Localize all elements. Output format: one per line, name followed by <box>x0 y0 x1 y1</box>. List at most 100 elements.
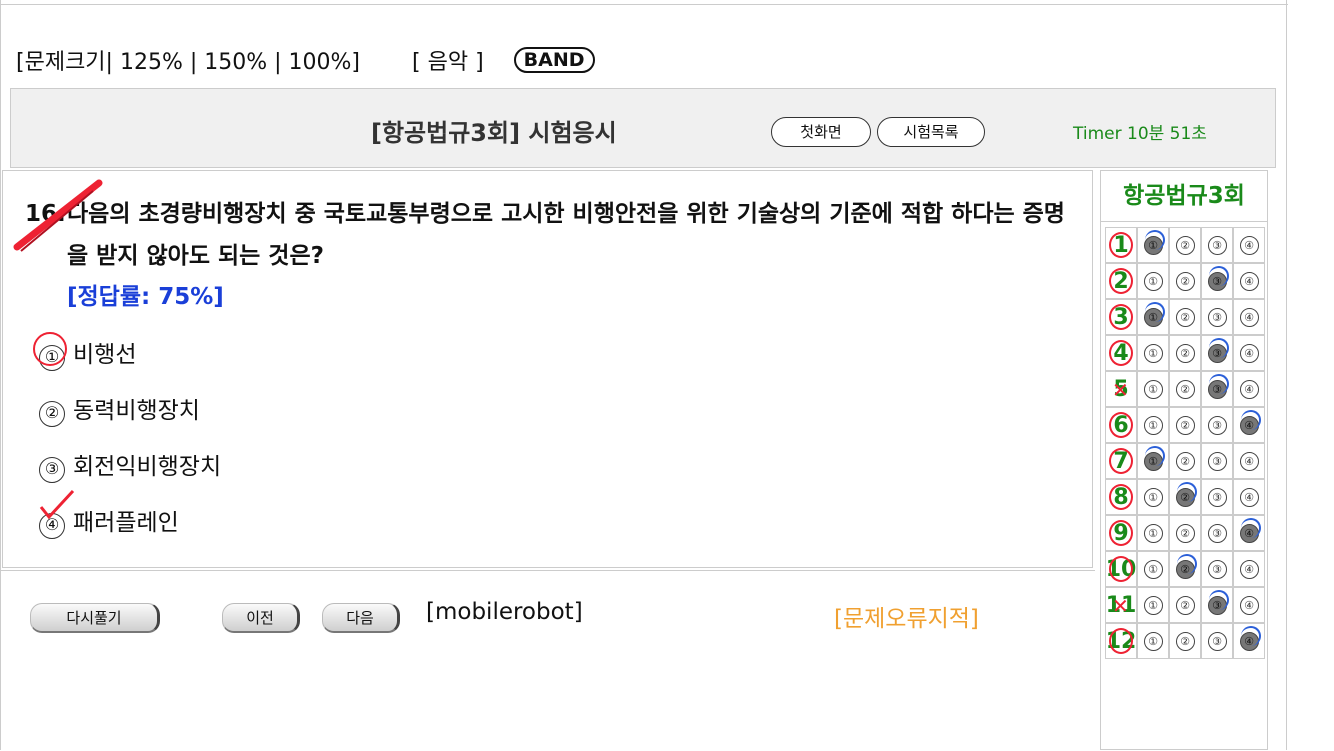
answer-row[interactable]: 5 ✕ ① ② ③ ④ <box>1105 371 1265 407</box>
choice-cell[interactable]: ④ <box>1233 551 1265 587</box>
answer-row[interactable]: 3①②③④ <box>1105 299 1265 335</box>
choice-cell[interactable]: ② <box>1169 479 1201 515</box>
answer-row[interactable]: 6①②③④ <box>1105 407 1265 443</box>
answer-row[interactable]: 7①②③④ <box>1105 443 1265 479</box>
choice-cell[interactable]: ④ <box>1233 407 1265 443</box>
option-label: 동력비행장치 <box>73 398 200 424</box>
choice-cell[interactable]: ② <box>1169 371 1201 407</box>
choice-cell[interactable]: ④ <box>1233 335 1265 371</box>
answer-row[interactable]: 12 ① ② ③ ④ <box>1105 623 1265 659</box>
option-2[interactable]: ② 동력비행장치 <box>39 391 200 427</box>
answer-row[interactable]: 8①②③④ <box>1105 479 1265 515</box>
question-number-cell[interactable]: 4 <box>1105 335 1137 371</box>
option-mark: ② <box>39 401 65 427</box>
question-number-cell[interactable]: 1 <box>1105 227 1137 263</box>
choice-mark: ① <box>1143 595 1163 615</box>
choice-cell[interactable]: ② <box>1169 299 1201 335</box>
choice-cell[interactable]: ④ <box>1233 299 1265 335</box>
answer-grid: 1 ① ② ③ ④ 2 ① ② ③ ④ 3 ① ② ③ ④ 4 ① ② ③ ④ 5 ✕ ① ② ③ ④ 6 ① ② ③ ④ 7 ① ② ③ ④ 8 ① ② ③… <box>1105 227 1265 659</box>
choice-cell[interactable]: ① <box>1137 299 1169 335</box>
choice-cell[interactable]: ③ <box>1201 479 1233 515</box>
choice-cell[interactable]: ② <box>1169 587 1201 623</box>
retry-button[interactable]: 다시풀기 <box>30 603 160 633</box>
choice-cell[interactable]: ④ <box>1233 587 1265 623</box>
choice-cell[interactable]: ② <box>1169 263 1201 299</box>
choice-cell[interactable]: ③ <box>1201 623 1233 659</box>
choice-cell[interactable]: ④ <box>1233 371 1265 407</box>
choice-mark: ① <box>1143 559 1163 579</box>
choice-mark: ② <box>1175 451 1195 471</box>
choice-cell[interactable]: ④ <box>1233 479 1265 515</box>
choice-cell[interactable]: ② <box>1169 623 1201 659</box>
answer-row[interactable]: 11 ✕ ① ② ③ ④ <box>1105 587 1265 623</box>
choice-cell[interactable]: ① <box>1137 623 1169 659</box>
choice-cell[interactable]: ② <box>1169 515 1201 551</box>
answer-row[interactable]: 9①②③④ <box>1105 515 1265 551</box>
option-3[interactable]: ③ 회전익비행장치 <box>39 447 221 483</box>
home-button[interactable]: 첫화면 <box>771 117 871 147</box>
question-number-cell[interactable]: 8 <box>1105 479 1137 515</box>
choice-cell[interactable]: ② <box>1169 227 1201 263</box>
choice-cell[interactable]: ④ <box>1233 227 1265 263</box>
choice-cell[interactable]: ③ <box>1201 371 1233 407</box>
choice-cell[interactable]: ① <box>1137 551 1169 587</box>
question-number-cell[interactable]: 11 ✕ <box>1105 587 1137 623</box>
exam-list-button[interactable]: 시험목록 <box>877 117 985 147</box>
choice-cell[interactable]: ④ <box>1233 515 1265 551</box>
choice-cell[interactable]: ① <box>1137 443 1169 479</box>
choice-cell[interactable]: ① <box>1137 335 1169 371</box>
choice-cell[interactable]: ③ <box>1201 263 1233 299</box>
wrong-x-icon: ✕ <box>1112 594 1129 618</box>
next-button[interactable]: 다음 <box>322 603 400 633</box>
choice-cell[interactable]: ③ <box>1201 443 1233 479</box>
choice-cell[interactable]: ③ <box>1201 551 1233 587</box>
choice-cell[interactable]: ② <box>1169 407 1201 443</box>
question-number-cell[interactable]: 3 <box>1105 299 1137 335</box>
choice-cell[interactable]: ③ <box>1201 587 1233 623</box>
choice-cell[interactable]: ④ <box>1233 263 1265 299</box>
choice-cell[interactable]: ① <box>1137 515 1169 551</box>
choice-mark: ④ <box>1239 271 1259 291</box>
question-number-cell[interactable]: 12 <box>1105 623 1137 659</box>
font-size-options[interactable]: [문제크기| 125% | 150% | 100%] <box>16 44 360 76</box>
choice-cell[interactable]: ③ <box>1201 407 1233 443</box>
question-number-cell[interactable]: 5 ✕ <box>1105 371 1137 407</box>
band-button[interactable]: BAND <box>513 47 595 73</box>
prev-button[interactable]: 이전 <box>222 603 300 633</box>
answer-row[interactable]: 10 ① ② ③ ④ <box>1105 551 1265 587</box>
choice-cell[interactable]: ② <box>1169 335 1201 371</box>
choice-mark: ③ <box>1207 631 1227 651</box>
correct-circle-icon <box>1109 556 1133 582</box>
answer-arc-icon <box>1177 554 1197 574</box>
question-number-cell[interactable]: 2 <box>1105 263 1137 299</box>
question-number-cell[interactable]: 6 <box>1105 407 1137 443</box>
choice-cell[interactable]: ② <box>1169 443 1201 479</box>
choice-mark: ② <box>1175 307 1195 327</box>
question-number-cell[interactable]: 7 <box>1105 443 1137 479</box>
option-label: 비행선 <box>73 342 137 368</box>
answer-row[interactable]: 2①②③④ <box>1105 263 1265 299</box>
choice-cell[interactable]: ① <box>1137 263 1169 299</box>
music-toggle[interactable]: [ 음악 ] <box>412 44 484 76</box>
choice-cell[interactable]: ① <box>1137 371 1169 407</box>
choice-mark: ③ <box>1207 415 1227 435</box>
choice-cell[interactable]: ① <box>1137 227 1169 263</box>
choice-cell[interactable]: ① <box>1137 587 1169 623</box>
correct-circle-icon <box>1109 232 1133 258</box>
question-number-cell[interactable]: 9 <box>1105 515 1137 551</box>
answer-arc-icon <box>1241 518 1261 538</box>
choice-cell[interactable]: ③ <box>1201 299 1233 335</box>
choice-cell[interactable]: ④ <box>1233 443 1265 479</box>
choice-cell[interactable]: ③ <box>1201 335 1233 371</box>
page-title: [항공법규3회] 시험응시 <box>371 119 617 147</box>
choice-cell[interactable]: ① <box>1137 479 1169 515</box>
question-number-cell[interactable]: 10 <box>1105 551 1137 587</box>
choice-cell[interactable]: ① <box>1137 407 1169 443</box>
report-error-link[interactable]: [문제오류지적] <box>834 599 979 633</box>
choice-cell[interactable]: ② <box>1169 551 1201 587</box>
choice-cell[interactable]: ③ <box>1201 515 1233 551</box>
choice-cell[interactable]: ④ <box>1233 623 1265 659</box>
choice-cell[interactable]: ③ <box>1201 227 1233 263</box>
answer-row[interactable]: 1①②③④ <box>1105 227 1265 263</box>
answer-row[interactable]: 4①②③④ <box>1105 335 1265 371</box>
